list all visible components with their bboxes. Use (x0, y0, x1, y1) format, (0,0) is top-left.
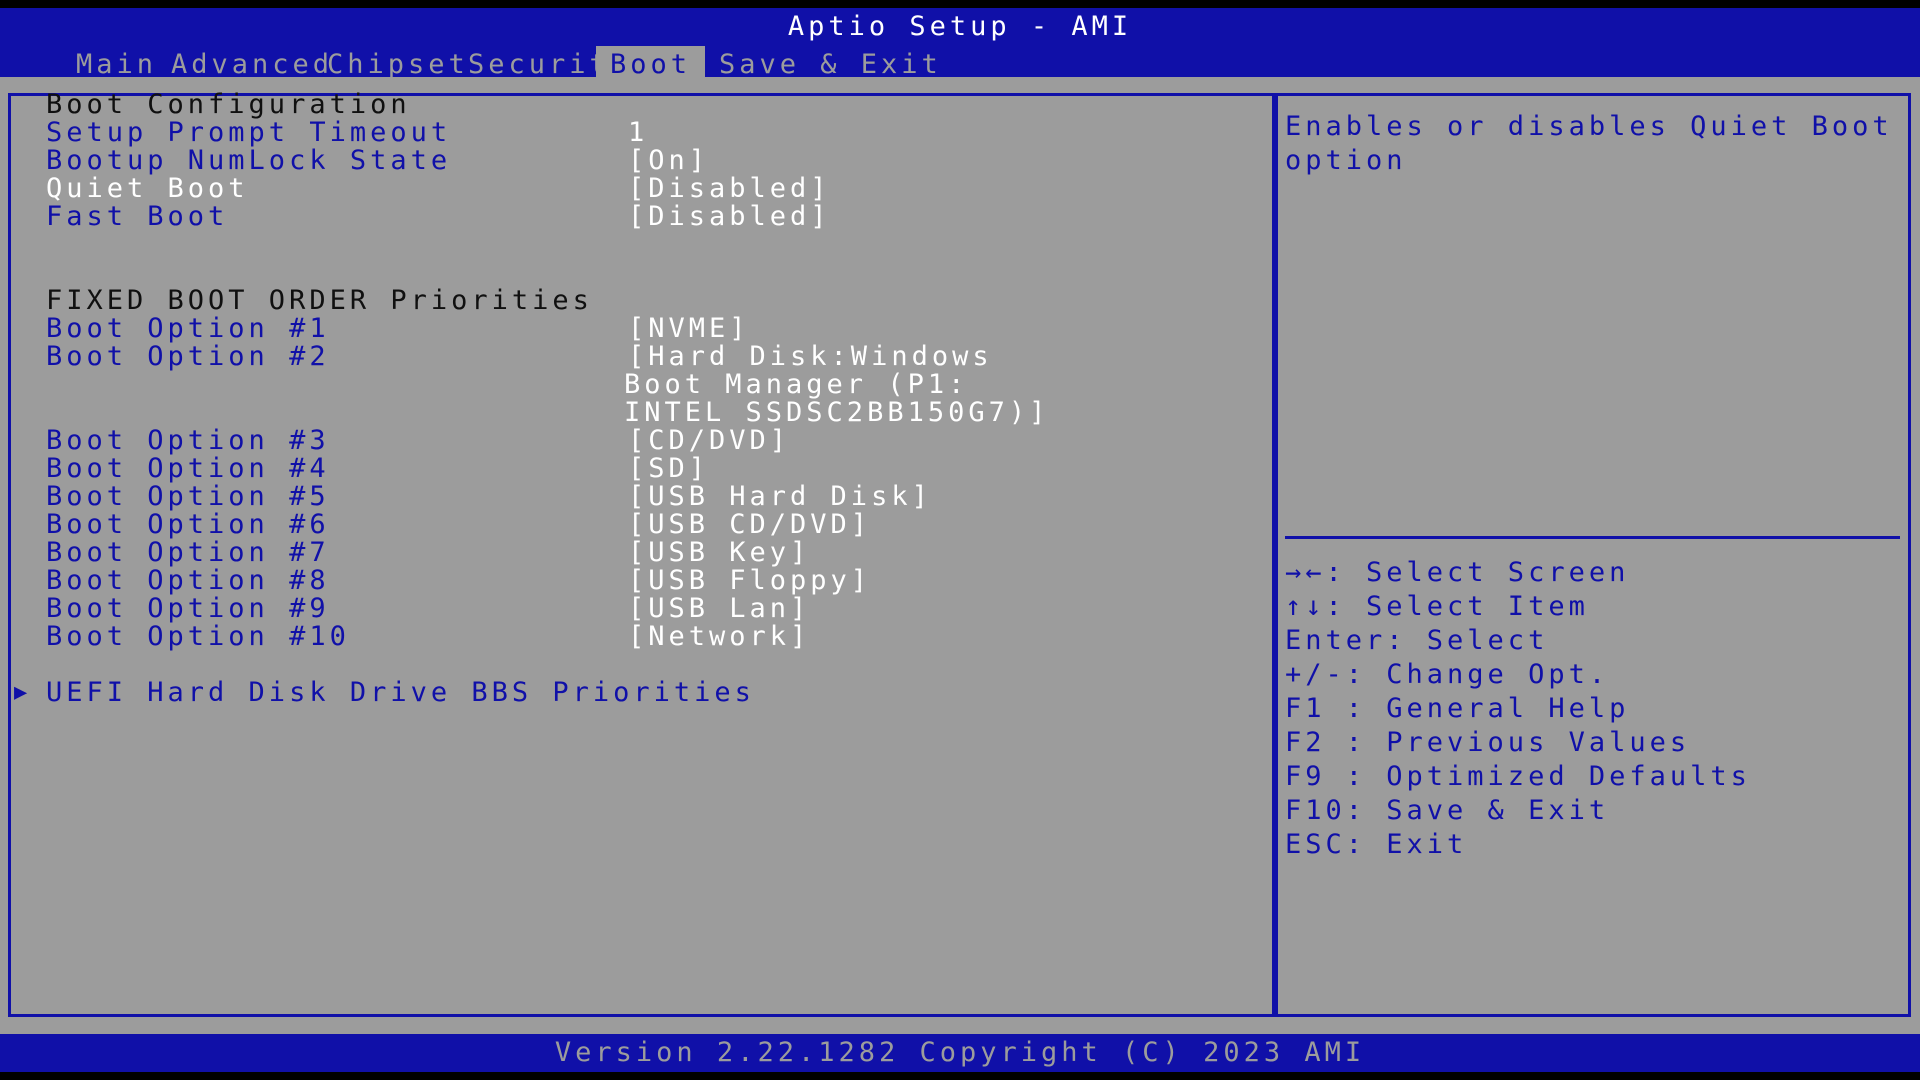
key-esc-exit: ESC: Exit (1285, 829, 1468, 860)
uefi-hdd-bbs-priorities-submenu[interactable]: UEFI Hard Disk Drive BBS Priorities (46, 676, 755, 710)
boot-option-10-label[interactable]: Boot Option #10 (46, 620, 350, 654)
tab-main[interactable]: Main (62, 46, 171, 83)
title-bar: Aptio Setup - AMI Main Advanced Chipset … (0, 0, 1920, 83)
key-enter-select: Enter: Select (1285, 625, 1549, 656)
fast-boot-label[interactable]: Fast Boot (46, 200, 228, 234)
boot-option-2-label[interactable]: Boot Option #2 (46, 340, 330, 374)
app-title: Aptio Setup - AMI (787, 11, 1133, 42)
help-description: Enables or disables Quiet Boot option (1285, 111, 1893, 176)
key-legend: →←: Select Screen ↑↓: Select Item Enter:… (1285, 556, 1751, 862)
key-select-screen: →←: Select Screen (1285, 557, 1630, 588)
key-general-help: F1 : General Help (1285, 693, 1630, 724)
submenu-arrow-icon: ▶ (14, 680, 32, 705)
tab-boot[interactable]: Boot (596, 46, 706, 83)
version-footer: Version 2.22.1282 Copyright (C) 2023 AMI (0, 1034, 1920, 1072)
tab-bar: Main Advanced Chipset Security Boot Save… (0, 46, 1920, 83)
boot-option-10-value[interactable]: [Network] (628, 620, 810, 654)
help-panel (1275, 93, 1911, 1017)
fast-boot-value[interactable]: [Disabled] (628, 200, 831, 234)
key-select-item: ↑↓: Select Item (1285, 591, 1589, 622)
bottom-border (0, 1072, 1920, 1080)
key-optimized-defaults: F9 : Optimized Defaults (1285, 761, 1751, 792)
key-previous-values: F2 : Previous Values (1285, 727, 1691, 758)
key-save-exit: F10: Save & Exit (1285, 795, 1610, 826)
help-divider (1285, 536, 1900, 539)
tab-save-exit[interactable]: Save & Exit (705, 46, 956, 83)
key-change-opt: +/-: Change Opt. (1285, 659, 1610, 690)
